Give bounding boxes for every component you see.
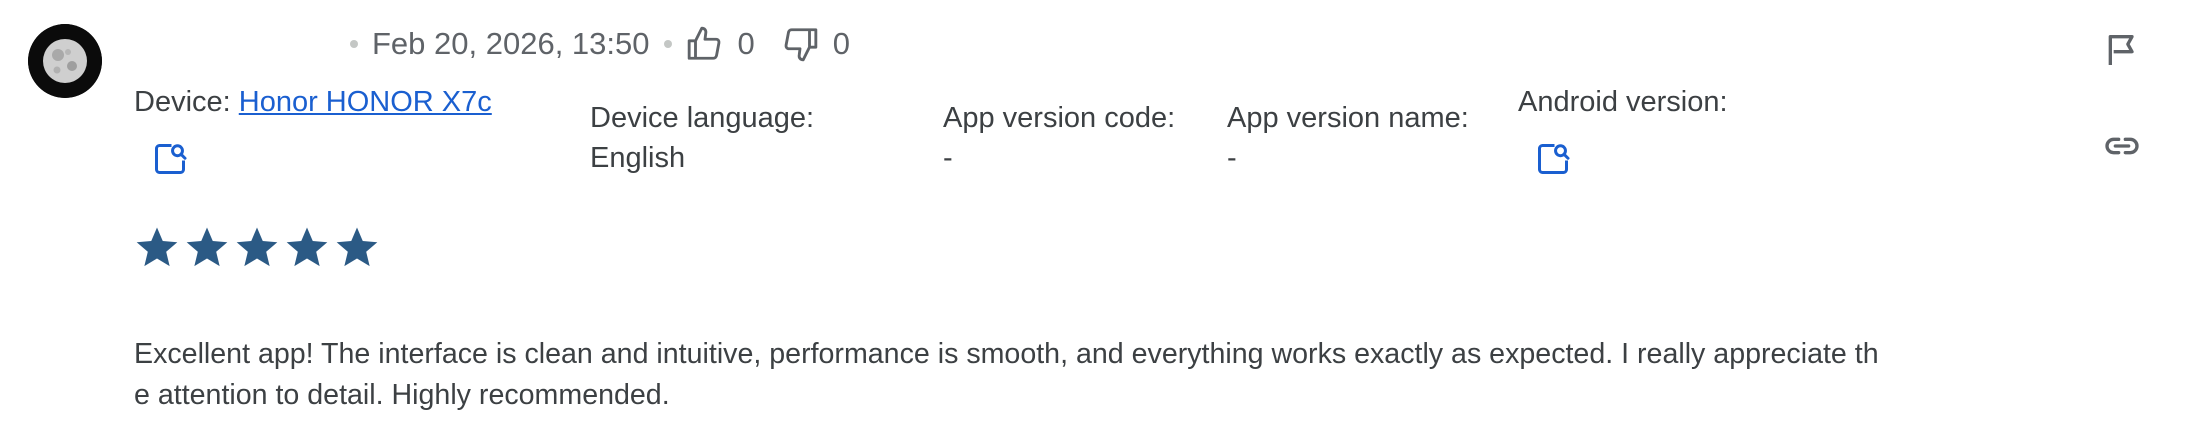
thumb-down-icon [784, 28, 818, 62]
app-version-name-field: App version name: - [1227, 98, 1469, 178]
report-button[interactable] [2102, 30, 2142, 70]
device-link[interactable]: Honor HONOR X7c [239, 86, 492, 118]
app-version-code-label: App version code: [943, 102, 1176, 134]
star-icon [336, 227, 378, 267]
star-icon [286, 227, 328, 267]
device-language-label: Device language: [590, 102, 815, 134]
star-icon [136, 227, 178, 267]
device-language-field: Device language: English [590, 98, 814, 178]
dislike-button[interactable]: 0 [781, 25, 850, 63]
android-version-label: Android version: [1518, 86, 1728, 118]
device-lookup-button[interactable] [152, 140, 188, 178]
device-label: Device: [134, 86, 231, 118]
lookup-icon [155, 144, 187, 174]
star-icon [236, 227, 278, 267]
avatar-moon-image [28, 24, 102, 98]
review-date: Feb 20, 2026, 13:50 [372, 26, 650, 61]
separator-dot [350, 40, 358, 48]
thumb-up-icon [687, 26, 720, 60]
like-count: 0 [737, 26, 755, 61]
separator-dot [663, 40, 672, 48]
avatar [28, 24, 102, 98]
device-field: Device: Honor HONOR X7c [134, 82, 492, 122]
star-rating [134, 224, 380, 270]
flag-icon [2108, 35, 2134, 65]
review-text: Excellent app! The interface is clean an… [134, 338, 1879, 411]
app-version-name-value: - [1227, 142, 1237, 174]
lookup-icon [1538, 144, 1570, 174]
android-version-lookup-button[interactable] [1535, 140, 1571, 178]
app-version-code-value: - [943, 142, 953, 174]
dislike-count: 0 [832, 26, 851, 61]
android-version-field: Android version: [1518, 82, 1728, 122]
copy-link-button[interactable] [2102, 126, 2142, 166]
review-meta-row: Feb 20, 2026, 13:50 0 0 [336, 24, 876, 64]
app-version-code-field: App version code: - [943, 98, 1175, 178]
star-icon [186, 227, 228, 267]
like-button[interactable]: 0 [686, 25, 755, 63]
device-language-value: English [590, 142, 686, 174]
app-version-name-label: App version name: [1227, 102, 1469, 134]
link-icon [2105, 137, 2139, 155]
